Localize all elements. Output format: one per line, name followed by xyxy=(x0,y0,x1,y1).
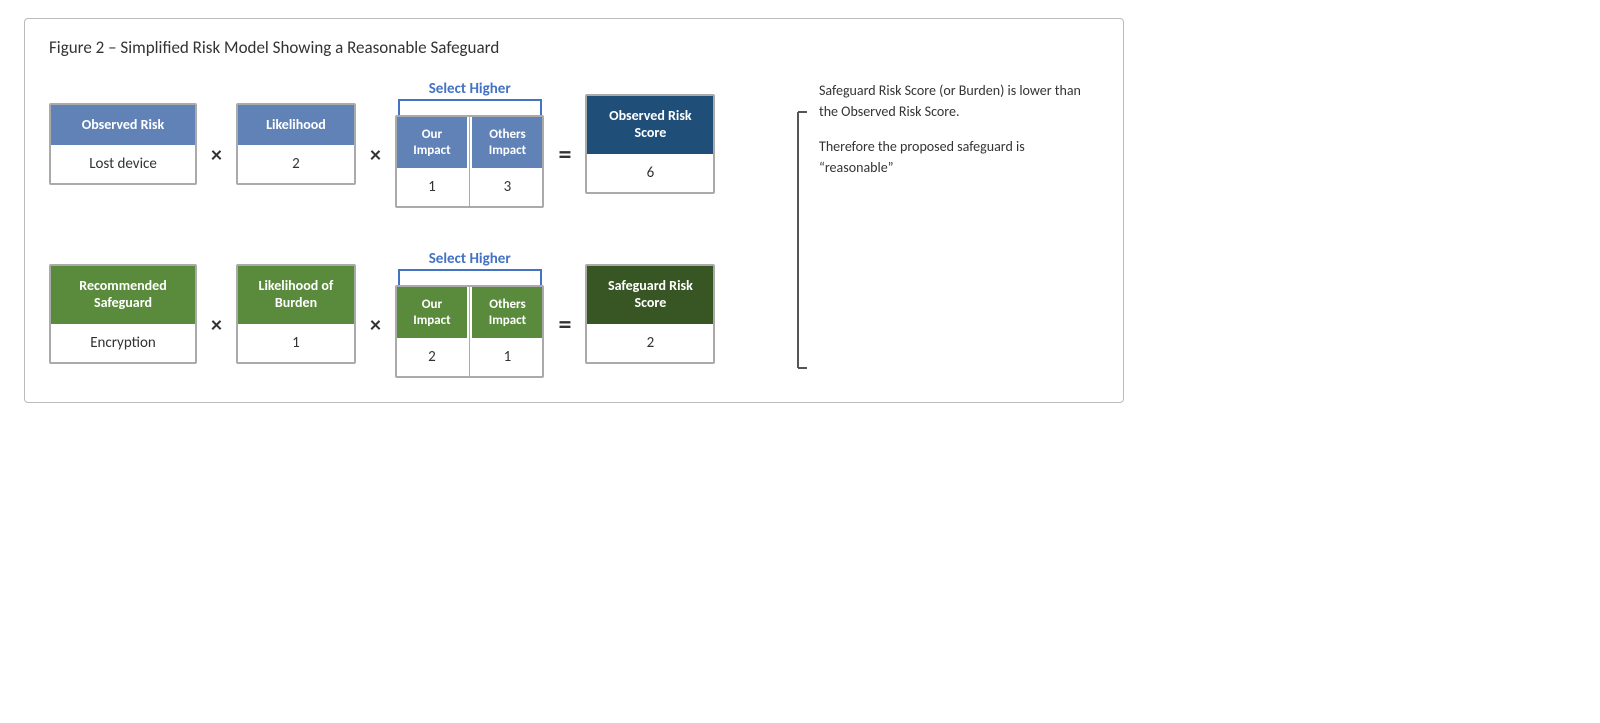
observed-risk-score-box: Observed Risk Score 6 xyxy=(585,94,715,194)
row-spacer xyxy=(49,220,769,238)
others-impact-value-1: 3 xyxy=(472,168,542,206)
row1-block: Observed Risk Lost device × Likelihood 2… xyxy=(49,80,769,208)
multiply-operator-2: × xyxy=(366,141,385,168)
diagram-area: Observed Risk Lost device × Likelihood 2… xyxy=(49,80,1099,378)
likelihood-box: Likelihood 2 xyxy=(236,103,356,186)
figure-title: Figure 2 – Simplified Risk Model Showing… xyxy=(49,37,1099,58)
annotation-area: Safeguard Risk Score (or Burden) is lowe… xyxy=(787,80,1099,370)
our-impact-value-1: 1 xyxy=(397,168,467,206)
bracket-1 xyxy=(398,99,542,115)
impact-pair-1: Our Impact 1 Others Impact 3 xyxy=(395,115,545,208)
others-impact-value-2: 1 xyxy=(472,338,542,376)
row2-block: Recommended Safeguard Encryption × Likel… xyxy=(49,250,769,378)
select-higher-label-2: Select Higher xyxy=(429,250,511,268)
multiply-operator-3: × xyxy=(207,311,226,338)
recommended-safeguard-header: Recommended Safeguard xyxy=(51,266,195,324)
select-higher-block-1: Select Higher Our Impact 1 Others Impact… xyxy=(395,80,545,208)
impact-pair-2: Our Impact 2 Others Impact 1 xyxy=(395,285,545,378)
our-impact-header-2: Our Impact xyxy=(397,287,467,338)
likelihood-value: 2 xyxy=(238,145,354,183)
equals-operator-1: = xyxy=(554,138,575,170)
safeguard-risk-score-header: Safeguard Risk Score xyxy=(587,266,713,324)
observed-risk-header: Observed Risk xyxy=(51,105,195,146)
impact-divider-1 xyxy=(469,117,471,206)
impact-divider-2 xyxy=(469,287,471,376)
recommended-safeguard-box: Recommended Safeguard Encryption xyxy=(49,264,197,364)
observed-risk-score-value: 6 xyxy=(587,154,713,192)
select-higher-label-1: Select Higher xyxy=(429,80,511,98)
likelihood-burden-header: Likelihood of Burden xyxy=(238,266,354,324)
annotation-text: Safeguard Risk Score (or Burden) is lowe… xyxy=(819,80,1099,192)
others-impact-box-2: Others Impact 1 xyxy=(472,287,542,376)
observed-risk-value: Lost device xyxy=(51,145,195,183)
multiply-operator-4: × xyxy=(366,311,385,338)
observed-risk-score-header: Observed Risk Score xyxy=(587,96,713,154)
select-higher-block-2: Select Higher Our Impact 2 Others Impact… xyxy=(395,250,545,378)
annotation-para2: Therefore the proposed safeguard is “rea… xyxy=(819,136,1099,178)
right-bracket-svg xyxy=(787,110,809,370)
our-impact-box-1: Our Impact 1 xyxy=(397,117,467,206)
others-impact-header-2: Others Impact xyxy=(472,287,542,338)
our-impact-header-1: Our Impact xyxy=(397,117,467,168)
safeguard-risk-score-value: 2 xyxy=(587,324,713,362)
likelihood-burden-value: 1 xyxy=(238,324,354,362)
bracket-2 xyxy=(398,269,542,285)
multiply-operator-1: × xyxy=(207,141,226,168)
equals-operator-2: = xyxy=(554,308,575,340)
likelihood-burden-box: Likelihood of Burden 1 xyxy=(236,264,356,364)
rows-area: Observed Risk Lost device × Likelihood 2… xyxy=(49,80,769,378)
others-impact-box-1: Others Impact 3 xyxy=(472,117,542,206)
observed-risk-box: Observed Risk Lost device xyxy=(49,103,197,186)
row2-formula: Recommended Safeguard Encryption × Likel… xyxy=(49,250,769,378)
our-impact-box-2: Our Impact 2 xyxy=(397,287,467,376)
recommended-safeguard-value: Encryption xyxy=(51,324,195,362)
others-impact-header-1: Others Impact xyxy=(472,117,542,168)
safeguard-risk-score-box: Safeguard Risk Score 2 xyxy=(585,264,715,364)
annotation-para1: Safeguard Risk Score (or Burden) is lowe… xyxy=(819,80,1099,122)
figure-container: Figure 2 – Simplified Risk Model Showing… xyxy=(24,18,1124,403)
row1-formula: Observed Risk Lost device × Likelihood 2… xyxy=(49,80,769,208)
our-impact-value-2: 2 xyxy=(397,338,467,376)
likelihood-header: Likelihood xyxy=(238,105,354,146)
